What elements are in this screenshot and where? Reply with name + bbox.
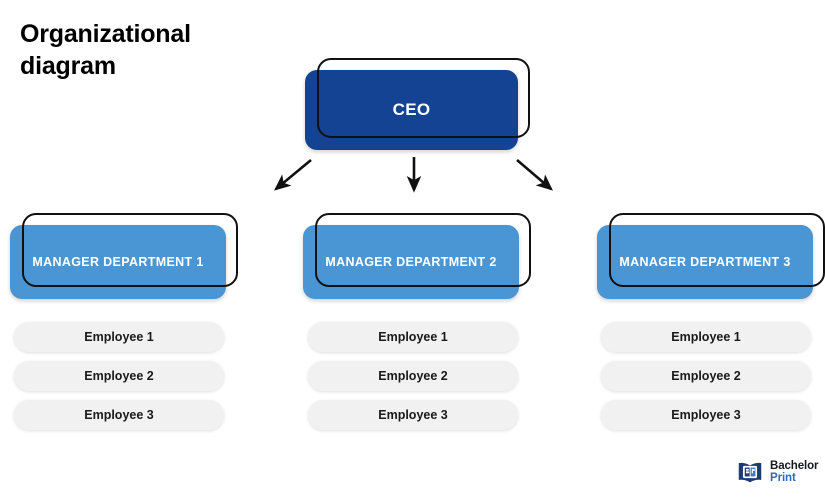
node-ceo-label: CEO [392,100,431,119]
employee-item[interactable]: Employee 3 [308,400,518,430]
employee-item[interactable]: Employee 1 [601,322,811,352]
logo-word-bachelor: Bachelor [770,459,819,472]
arrow-ceo-to-manager-3 [516,159,553,191]
node-manager-department-3[interactable]: MANAGER DEPARTMENT 3 [597,213,825,303]
logo-wordmark: Bachelor Print [770,459,819,484]
logo-word-print: Print [770,472,796,484]
employee-item[interactable]: Employee 1 [14,322,224,352]
node-manager-department-2-label: MANAGER DEPARTMENT 2 [325,255,497,269]
employee-item[interactable]: Employee 1 [308,322,518,352]
bachelorprint-logo: Bachelor Print [735,455,819,489]
page-title-line-1: Organizational [20,20,191,48]
employee-item[interactable]: Employee 2 [308,361,518,391]
page-title-line-2: diagram [20,52,116,80]
node-manager-department-2-fill: MANAGER DEPARTMENT 2 [303,225,519,299]
open-book-bp-monogram-icon [738,462,762,483]
page-title: Organizational diagram [20,18,280,82]
employee-column-2: Employee 1 Employee 2 Employee 3 [308,322,518,439]
employee-column-3: Employee 1 Employee 2 Employee 3 [601,322,811,439]
employee-column-1: Employee 1 Employee 2 Employee 3 [14,322,224,439]
node-manager-department-2[interactable]: MANAGER DEPARTMENT 2 [303,213,531,303]
employee-item[interactable]: Employee 3 [14,400,224,430]
employee-item[interactable]: Employee 2 [601,361,811,391]
organizational-diagram-canvas: Organizational diagram CEO MANAGER DEPAR… [0,0,825,500]
arrow-ceo-to-manager-1 [273,158,312,191]
node-manager-department-1-label: MANAGER DEPARTMENT 1 [32,255,204,269]
node-ceo-fill: CEO [305,70,518,150]
node-manager-department-1-fill: MANAGER DEPARTMENT 1 [10,225,226,299]
node-manager-department-1[interactable]: MANAGER DEPARTMENT 1 [10,213,238,303]
node-manager-department-3-label: MANAGER DEPARTMENT 3 [619,255,791,269]
node-manager-department-3-fill: MANAGER DEPARTMENT 3 [597,225,813,299]
employee-item[interactable]: Employee 2 [14,361,224,391]
employee-item[interactable]: Employee 3 [601,400,811,430]
node-ceo[interactable]: CEO [305,58,530,153]
